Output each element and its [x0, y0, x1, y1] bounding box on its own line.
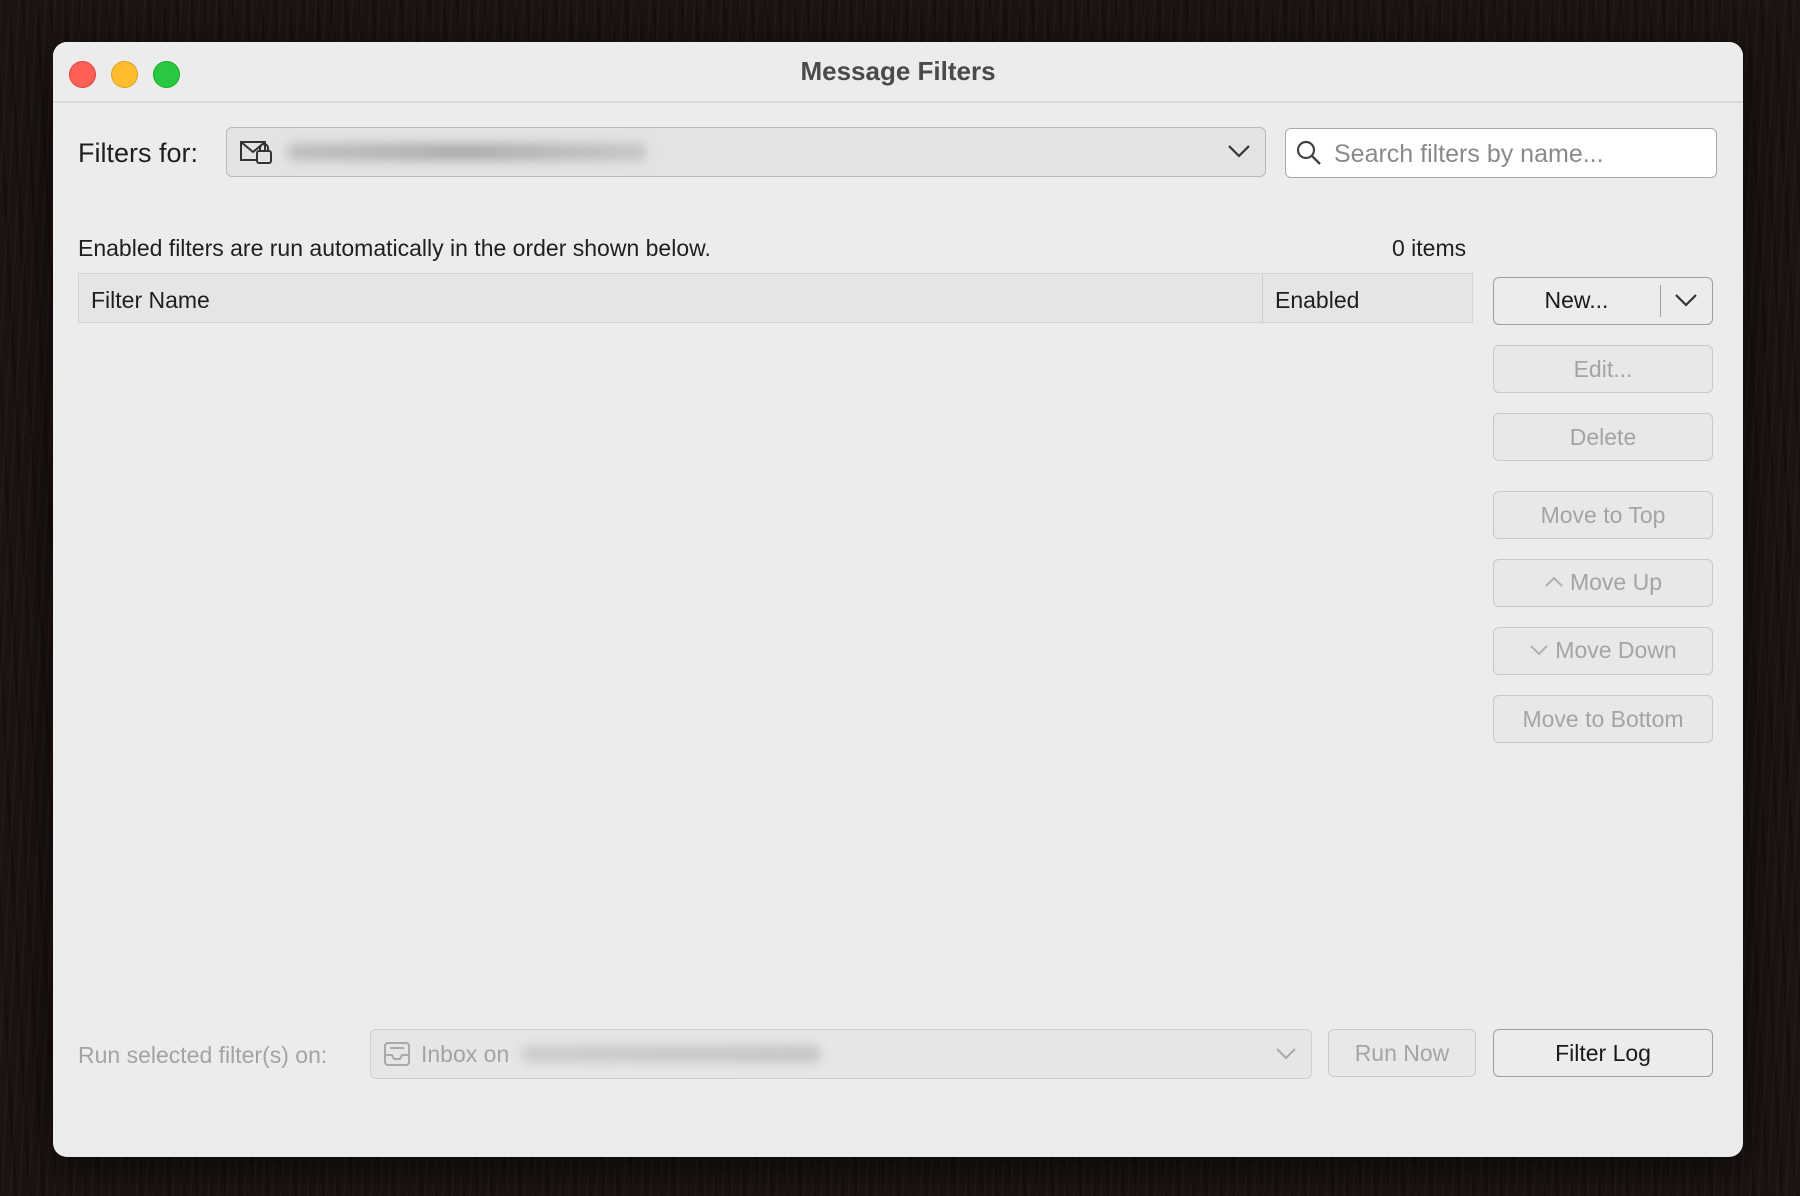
filter-list[interactable]: Filter Name Enabled — [78, 273, 1473, 1033]
filters-for-label: Filters for: — [78, 138, 199, 168]
column-enabled[interactable]: Enabled — [1275, 287, 1359, 314]
chevron-down-icon — [1276, 1048, 1296, 1060]
account-select[interactable] — [226, 127, 1266, 177]
chevron-up-icon — [1545, 576, 1563, 587]
column-filter-name[interactable]: Filter Name — [91, 287, 210, 314]
move-to-top-button[interactable]: Move to Top — [1493, 491, 1713, 539]
message-filters-window: Message Filters Filters for: Enabled fil… — [53, 42, 1743, 1157]
new-filter-button[interactable]: New... — [1493, 277, 1713, 325]
title-bar[interactable]: Message Filters — [53, 42, 1743, 103]
move-down-button[interactable]: Move Down — [1493, 627, 1713, 675]
move-down-label: Move Down — [1555, 637, 1677, 663]
account-name-redacted — [287, 143, 647, 161]
edit-filter-button[interactable]: Edit... — [1493, 345, 1713, 393]
column-divider[interactable] — [1262, 274, 1263, 322]
folder-account-redacted — [521, 1045, 821, 1063]
search-input[interactable] — [1332, 137, 1706, 171]
filter-log-button[interactable]: Filter Log — [1493, 1029, 1713, 1077]
search-icon — [1296, 140, 1321, 165]
window-title: Message Filters — [800, 56, 996, 86]
filter-list-header: Filter Name Enabled — [78, 273, 1473, 323]
search-field[interactable] — [1285, 128, 1717, 178]
filters-description: Enabled filters are run automatically in… — [78, 235, 711, 261]
new-filter-label: New... — [1544, 287, 1609, 313]
run-now-button[interactable]: Run Now — [1328, 1029, 1476, 1077]
move-to-bottom-button[interactable]: Move to Bottom — [1493, 695, 1713, 743]
folder-select[interactable]: Inbox on — [370, 1029, 1312, 1079]
split-divider — [1660, 285, 1661, 317]
delete-filter-button[interactable]: Delete — [1493, 413, 1713, 461]
move-up-label: Move Up — [1569, 569, 1663, 595]
run-selected-label: Run selected filter(s) on: — [78, 1042, 328, 1068]
chevron-down-icon — [1228, 145, 1250, 158]
folder-name: Inbox on — [421, 1041, 510, 1067]
chevron-down-icon — [1530, 645, 1548, 656]
move-up-button[interactable]: Move Up — [1493, 559, 1713, 607]
inbox-icon — [384, 1042, 410, 1066]
account-icon — [240, 141, 272, 164]
items-count: 0 items — [1392, 235, 1467, 261]
chevron-down-icon[interactable] — [1674, 292, 1698, 308]
